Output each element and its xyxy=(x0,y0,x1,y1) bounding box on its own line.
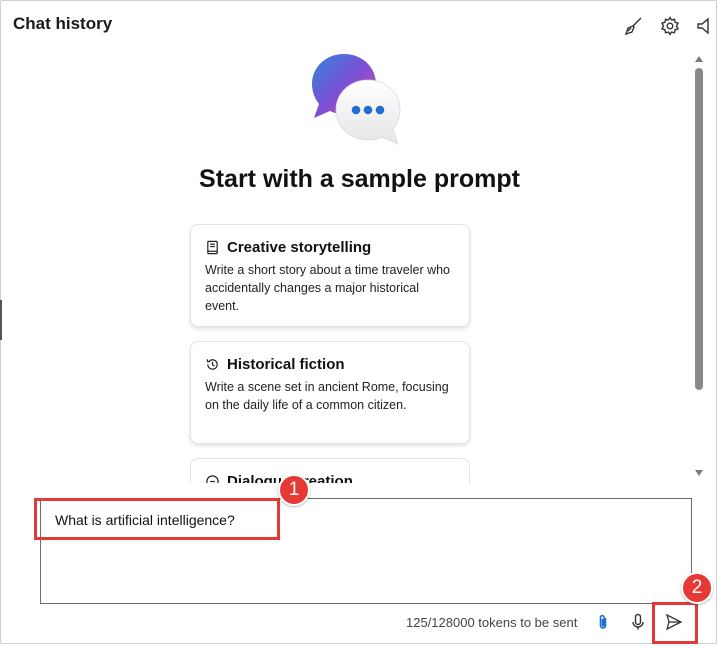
card-title: Creative storytelling xyxy=(227,239,372,256)
chat-bubbles-logo-icon xyxy=(312,54,401,145)
sample-prompt-heading: Start with a sample prompt xyxy=(199,165,520,193)
prompt-card-creative-storytelling[interactable]: Creative storytelling Write a short stor… xyxy=(190,224,470,327)
speaker-icon[interactable] xyxy=(692,14,716,38)
chat-icon xyxy=(206,475,219,483)
vertical-scrollbar[interactable] xyxy=(692,50,706,480)
panel-resize-handle[interactable] xyxy=(0,300,2,340)
prompt-card-dialogue-creation[interactable]: Dialogue creation xyxy=(190,458,470,483)
scroll-thumb[interactable] xyxy=(695,68,703,390)
chat-input-box[interactable] xyxy=(40,498,692,604)
broom-icon[interactable] xyxy=(622,14,646,38)
gear-icon[interactable] xyxy=(658,14,682,38)
card-description: Write a scene set in ancient Rome, focus… xyxy=(205,380,449,412)
token-count: 125/128000 tokens to be sent xyxy=(406,615,578,630)
scroll-up-arrow-icon[interactable] xyxy=(694,54,704,64)
history-icon xyxy=(206,359,218,370)
annotation-step-badge: 1 xyxy=(278,474,310,506)
prompt-card-dialogue-creation-clip: Dialogue creation xyxy=(190,458,470,483)
book-icon xyxy=(207,240,218,255)
microphone-icon[interactable] xyxy=(627,611,649,633)
scroll-down-arrow-icon[interactable] xyxy=(694,468,704,478)
annotation-step-badge: 2 xyxy=(681,572,713,604)
panel-title: Chat history xyxy=(13,14,113,33)
attach-icon[interactable] xyxy=(592,611,614,633)
card-title: Historical fiction xyxy=(227,356,345,373)
card-description: Write a short story about a time travele… xyxy=(205,263,451,313)
prompt-card-historical-fiction[interactable]: Historical fiction Write a scene set in … xyxy=(190,341,470,444)
chat-input[interactable] xyxy=(53,511,657,529)
send-icon[interactable] xyxy=(663,611,685,633)
